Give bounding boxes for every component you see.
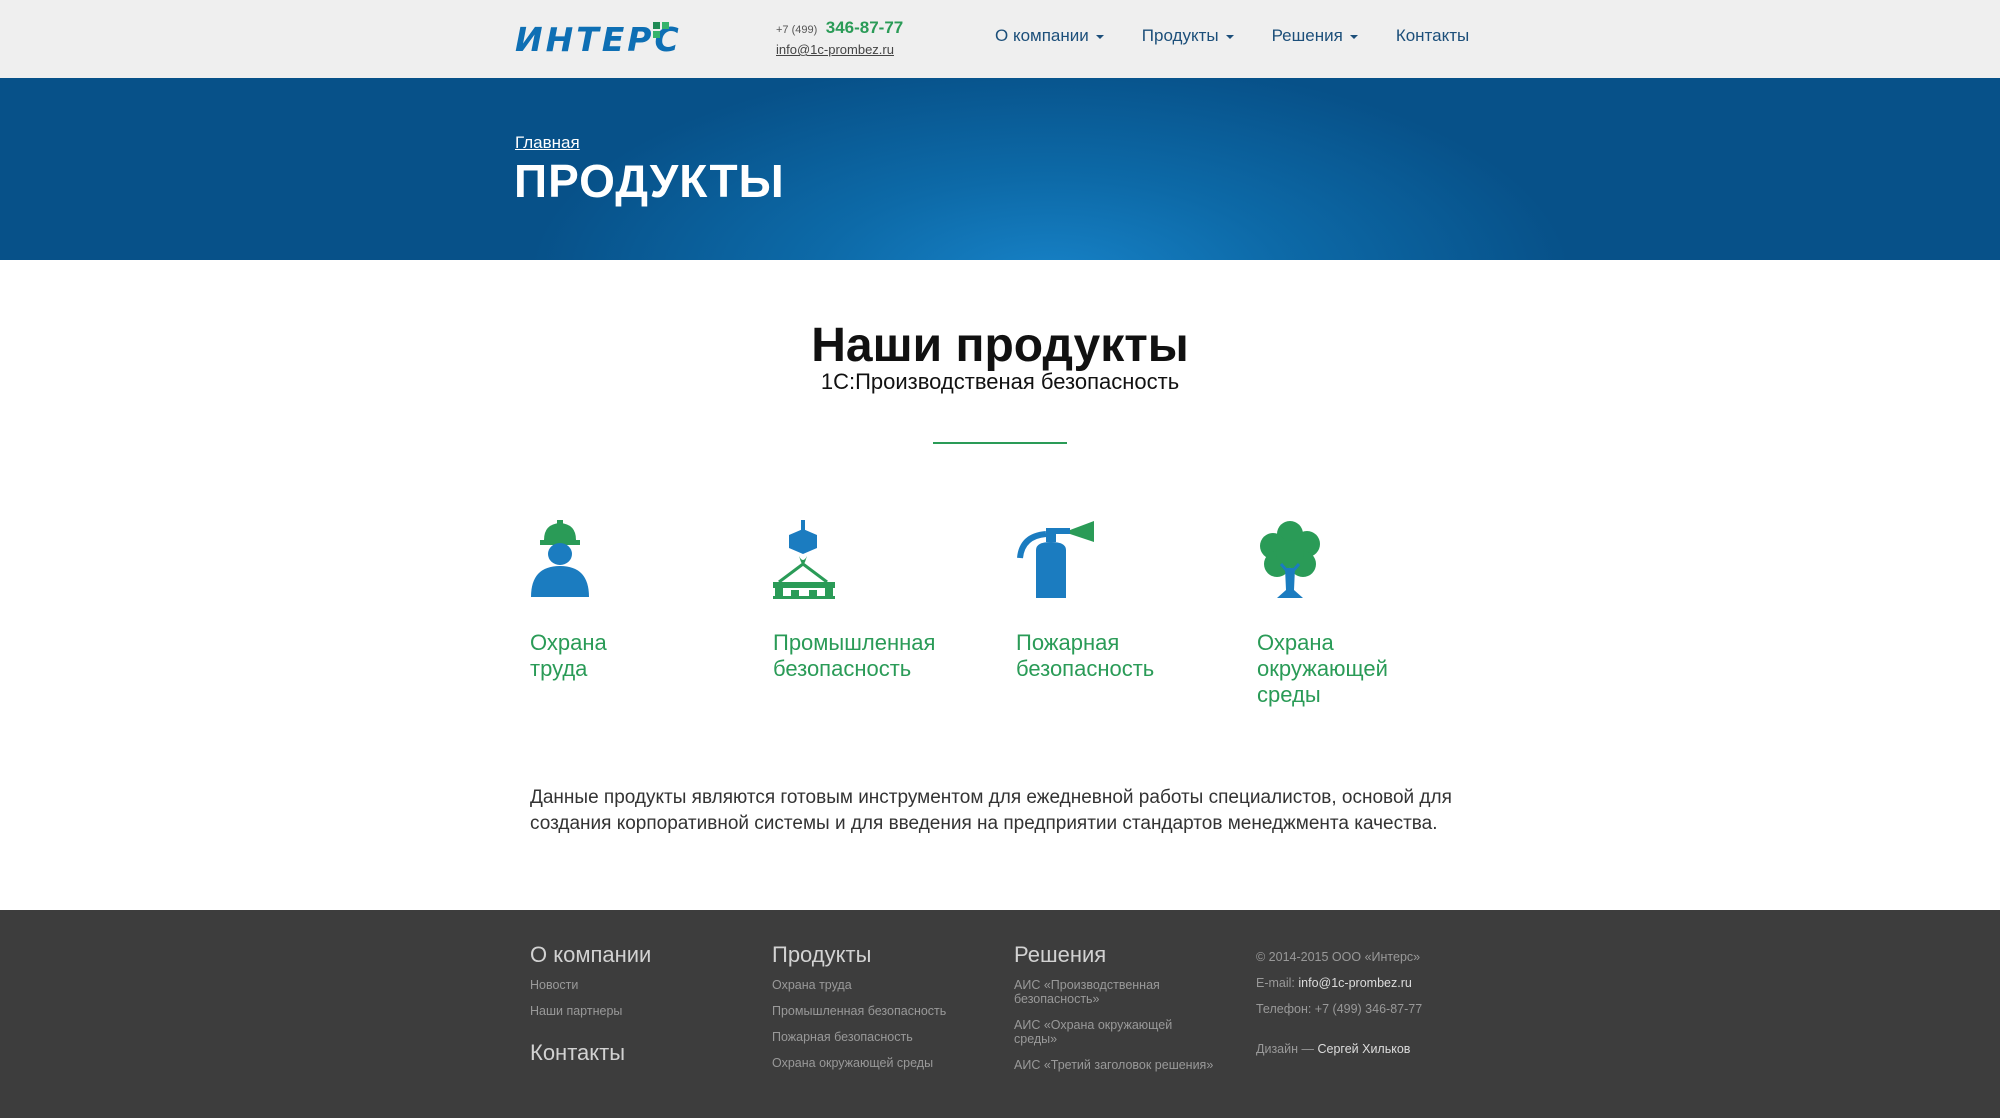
nav-label: Продукты bbox=[1141, 26, 1219, 45]
footer-col-solutions: Решения АИС «Производственная безопаснос… bbox=[1014, 942, 1244, 1084]
fire-extinguisher-icon bbox=[1017, 521, 1094, 598]
footer-heading-solutions[interactable]: Решения bbox=[1014, 942, 1244, 968]
footer-email-link[interactable]: info@1c-prombez.ru bbox=[1298, 976, 1411, 990]
breadcrumb-home-link[interactable]: Главная bbox=[515, 133, 580, 153]
footer-design-label: Дизайн — bbox=[1256, 1042, 1314, 1056]
footer-link-partners[interactable]: Наши партнеры bbox=[530, 1004, 740, 1018]
footer-heading-company[interactable]: О компании bbox=[530, 942, 740, 968]
footer-link-product[interactable]: Охрана окружающей среды bbox=[772, 1056, 982, 1070]
page-hero: Главная ПРОДУКТЫ bbox=[0, 78, 2000, 260]
nav-item-company[interactable]: О компании bbox=[995, 26, 1104, 46]
product-item-fire-safety[interactable]: Пожарная безопасность bbox=[1016, 520, 1236, 682]
footer-phone: Телефон: +7 (499) 346-87-77 bbox=[1256, 1002, 1423, 1016]
footer-designer-link[interactable]: Сергей Хильков bbox=[1317, 1042, 1410, 1056]
nav-label: Контакты bbox=[1395, 26, 1470, 45]
page-title: ПРОДУКТЫ bbox=[514, 155, 785, 207]
crane-hook-icon bbox=[773, 520, 835, 599]
footer-email-label: E-mail: bbox=[1256, 976, 1295, 990]
footer-link-solution[interactable]: АИС «Третий заголовок решения» bbox=[1014, 1058, 1244, 1072]
product-grid: Охрана труда Промышленная безопасность П bbox=[530, 520, 1490, 720]
caret-down-icon bbox=[1225, 35, 1234, 39]
footer-copyright: © 2014-2015 ООО «Интерс» bbox=[1256, 950, 1421, 964]
header-email-link[interactable]: info@1c-prombez.ru bbox=[776, 42, 903, 57]
nav-label: Решения bbox=[1271, 26, 1343, 45]
phone-number[interactable]: 346-87-77 bbox=[826, 18, 904, 37]
products-description: Данные продукты являются готовым инструм… bbox=[530, 787, 1452, 834]
footer-email-row: E-mail: info@1c-prombez.ru bbox=[1256, 976, 1422, 990]
footer-link-solution[interactable]: АИС «Производственная безопасность» bbox=[1014, 978, 1184, 1006]
footer-design-row: Дизайн — Сергей Хильков bbox=[1256, 1042, 1422, 1056]
product-label: Охрана окружающей среды bbox=[1257, 630, 1388, 707]
product-item-environment[interactable]: Охрана окружающей среды bbox=[1257, 520, 1477, 708]
main-nav: О компании Продукты Решения Контакты bbox=[995, 26, 1507, 46]
caret-down-icon bbox=[1349, 35, 1358, 39]
nav-item-products[interactable]: Продукты bbox=[1142, 26, 1234, 46]
product-item-industrial-safety[interactable]: Промышленная безопасность bbox=[773, 520, 993, 682]
footer-heading-contacts[interactable]: Контакты bbox=[530, 1040, 740, 1066]
section-divider bbox=[933, 442, 1067, 444]
nav-label: О компании bbox=[995, 26, 1089, 45]
site-header: ИНТЕРС +7 (499) 346-87-77 info@1c-prombe… bbox=[0, 0, 2000, 78]
site-footer: О компании Новости Наши партнеры Контакт… bbox=[0, 910, 2000, 1118]
product-label: Охрана труда bbox=[530, 630, 607, 681]
nav-item-contacts[interactable]: Контакты bbox=[1396, 26, 1469, 46]
footer-link-solution[interactable]: АИС «Охрана окружающей среды» bbox=[1014, 1018, 1184, 1046]
footer-col-info: © 2014-2015 ООО «Интерс» E-mail: info@1c… bbox=[1256, 950, 1422, 1068]
product-item-labor-safety[interactable]: Охрана труда bbox=[530, 520, 750, 682]
footer-heading-products[interactable]: Продукты bbox=[772, 942, 982, 968]
company-logo[interactable]: ИНТЕРС bbox=[515, 20, 680, 59]
footer-link-product[interactable]: Пожарная безопасность bbox=[772, 1030, 982, 1044]
footer-link-product[interactable]: Охрана труда bbox=[772, 978, 982, 992]
footer-link-product[interactable]: Промышленная безопасность bbox=[772, 1004, 982, 1018]
footer-col-company: О компании Новости Наши партнеры Контакт… bbox=[530, 942, 740, 1076]
product-label: Пожарная безопасность bbox=[1016, 630, 1155, 681]
tree-icon bbox=[1260, 521, 1320, 598]
header-contacts: +7 (499) 346-87-77 info@1c-prombez.ru bbox=[776, 18, 903, 57]
section-title: Наши продукты bbox=[811, 319, 1189, 372]
section-subtitle: 1С:Производственая безопасность bbox=[820, 369, 1180, 394]
phone-prefix: +7 (499) bbox=[776, 24, 818, 36]
nav-item-solutions[interactable]: Решения bbox=[1272, 26, 1358, 46]
footer-col-products: Продукты Охрана труда Промышленная безоп… bbox=[772, 942, 982, 1082]
caret-down-icon bbox=[1095, 35, 1104, 39]
worker-helmet-icon bbox=[531, 520, 589, 597]
footer-link-news[interactable]: Новости bbox=[530, 978, 740, 992]
product-label: Промышленная безопасность bbox=[773, 630, 936, 681]
